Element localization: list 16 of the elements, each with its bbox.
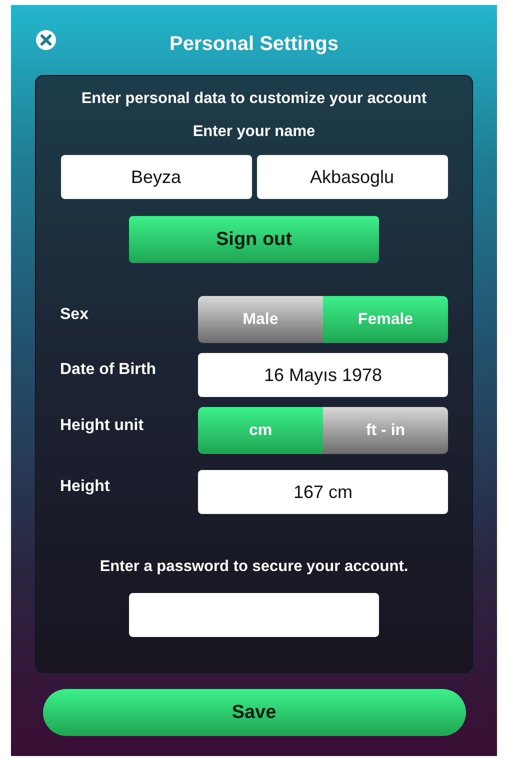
close-icon[interactable] (36, 30, 56, 50)
row-label: Height (60, 478, 110, 496)
sign-out-button[interactable]: Sign out (129, 216, 379, 263)
row-label: Height unit (60, 416, 144, 434)
window-title: Personal Settings (170, 32, 338, 56)
password-field[interactable] (129, 593, 379, 637)
name-prompt: Enter your name (192, 123, 316, 141)
value-field[interactable]: 16 Mayıs 1978 (198, 353, 448, 397)
value-field[interactable]: 167 cm (198, 470, 448, 514)
name-field[interactable]: Beyza (60, 155, 252, 199)
row-label: Date of Birth (60, 361, 156, 379)
name-field[interactable]: Akbasoglu (256, 155, 448, 199)
save-button[interactable]: Save (42, 689, 466, 736)
intro-text: Enter personal data to customize your account (81, 90, 427, 108)
row-label: Sex (60, 306, 88, 324)
password-prompt: Enter a password to secure your account. (100, 558, 408, 576)
